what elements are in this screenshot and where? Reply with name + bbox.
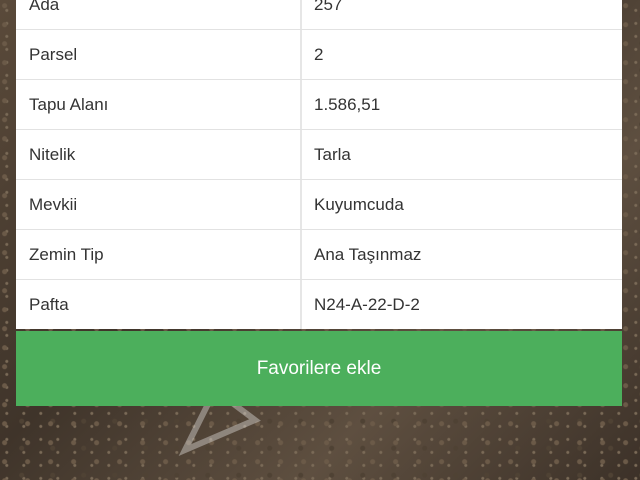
row-value: Kuyumcuda: [314, 194, 404, 214]
row-label: Nitelik: [16, 130, 302, 179]
table-row-ada: Ada 257: [16, 0, 622, 30]
add-to-favorites-button[interactable]: Favorilere ekle: [16, 331, 622, 406]
row-value: 257: [314, 0, 343, 14]
table-row-parsel: Parsel 2: [16, 30, 622, 80]
row-label: Parsel: [16, 30, 302, 79]
row-value: 1.586,51: [314, 94, 381, 114]
table-row-zemin-tip: Zemin Tip Ana Taşınmaz: [16, 230, 622, 280]
table-row-nitelik: Nitelik Tarla: [16, 130, 622, 180]
table-row-mevkii: Mevkii Kuyumcuda: [16, 180, 622, 230]
property-details-table: Ada 257 Parsel 2 Tapu Alanı 1.586,51 Nit…: [16, 0, 622, 329]
row-value: 2: [314, 44, 324, 64]
row-label: Zemin Tip: [16, 230, 302, 279]
table-row-tapu-alani: Tapu Alanı 1.586,51: [16, 80, 622, 130]
table-row-pafta: Pafta N24-A-22-D-2: [16, 280, 622, 329]
row-value: Ana Taşınmaz: [314, 244, 422, 264]
row-label: Tapu Alanı: [16, 80, 302, 129]
row-value: N24-A-22-D-2: [314, 294, 420, 314]
row-value: Tarla: [314, 144, 351, 164]
row-label: Pafta: [16, 280, 302, 329]
row-label: Mevkii: [16, 180, 302, 229]
row-label: Ada: [16, 0, 302, 29]
